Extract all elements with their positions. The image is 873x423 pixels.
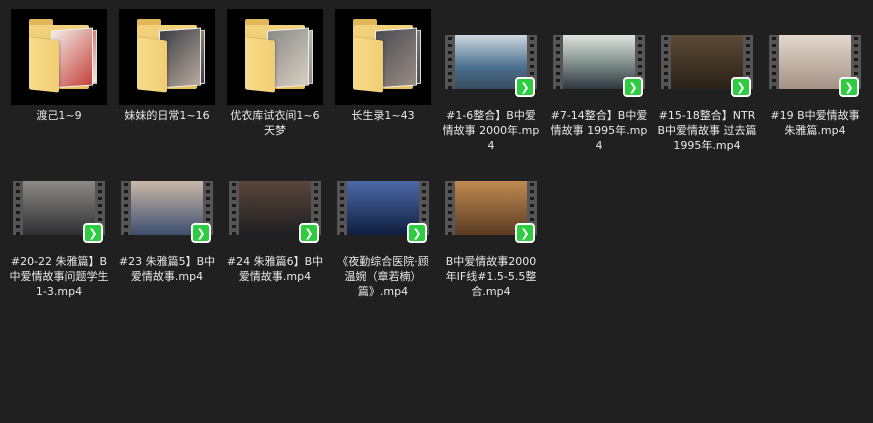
- video-item[interactable]: ❯ #1-6整合】B中爱情故事 2000年.mp4: [439, 9, 543, 153]
- stream-icon: ❯: [623, 77, 643, 97]
- video-thumbnail: ❯: [335, 155, 431, 251]
- film-strip: ❯: [661, 35, 753, 97]
- file-name: 妹妹的日常1~16: [124, 109, 210, 122]
- film-strip: ❯: [13, 181, 105, 243]
- folder-icon: [353, 37, 383, 93]
- film-strip: ❯: [445, 181, 537, 243]
- folder-item[interactable]: 优衣库试衣间1~6天梦: [223, 9, 327, 138]
- folder-icon: [137, 37, 167, 93]
- stream-icon: ❯: [515, 223, 535, 243]
- stream-icon: ❯: [515, 77, 535, 97]
- film-strip: ❯: [337, 181, 429, 243]
- folder-icon: [245, 37, 275, 93]
- video-thumbnail: ❯: [11, 155, 107, 251]
- file-name: 《夜勤综合医院·顾温婉（章若楠）篇》.mp4: [337, 255, 429, 298]
- video-thumbnail: ❯: [443, 155, 539, 251]
- folder-icon: [29, 37, 59, 93]
- folder-thumbnail: [119, 9, 215, 105]
- folder-item[interactable]: 长生录1~43: [331, 9, 435, 123]
- file-name: #7-14整合】B中爱情故事 1995年.mp4: [550, 109, 648, 152]
- file-name: #24 朱雅篇6】B中爱情故事.mp4: [226, 255, 324, 283]
- video-item[interactable]: ❯ B中爱情故事2000年IF线#1.5-5.5整合.mp4: [439, 155, 543, 299]
- stream-icon: ❯: [191, 223, 211, 243]
- file-name: 优衣库试衣间1~6天梦: [230, 109, 320, 137]
- folder-item[interactable]: 妹妹的日常1~16: [115, 9, 219, 123]
- folder-thumbnail: [11, 9, 107, 105]
- film-strip: ❯: [121, 181, 213, 243]
- video-thumbnail: ❯: [443, 9, 539, 105]
- file-name: #23 朱雅篇5】B中爱情故事.mp4: [118, 255, 216, 283]
- video-item[interactable]: ❯ #19 B中爱情故事朱雅篇.mp4: [763, 9, 867, 138]
- stream-icon: ❯: [407, 223, 427, 243]
- folder-thumbnail: [335, 9, 431, 105]
- file-name: #15-18整合】NTR B中爱情故事 过去篇1995年.mp4: [657, 109, 757, 152]
- video-item[interactable]: ❯ #15-18整合】NTR B中爱情故事 过去篇1995年.mp4: [655, 9, 759, 153]
- film-strip: ❯: [553, 35, 645, 97]
- folder-thumbnail: [227, 9, 323, 105]
- film-strip: ❯: [445, 35, 537, 97]
- file-name: #20-22 朱雅篇】B中爱情故事问题学生1-3.mp4: [9, 255, 109, 298]
- stream-icon: ❯: [299, 223, 319, 243]
- video-thumbnail: ❯: [227, 155, 323, 251]
- video-thumbnail: ❯: [119, 155, 215, 251]
- video-item[interactable]: ❯ #7-14整合】B中爱情故事 1995年.mp4: [547, 9, 651, 153]
- video-thumbnail: ❯: [767, 9, 863, 105]
- video-item[interactable]: ❯ 《夜勤综合医院·顾温婉（章若楠）篇》.mp4: [331, 155, 435, 299]
- video-item[interactable]: ❯ #20-22 朱雅篇】B中爱情故事问题学生1-3.mp4: [7, 155, 111, 299]
- file-name: #1-6整合】B中爱情故事 2000年.mp4: [442, 109, 540, 152]
- file-name: B中爱情故事2000年IF线#1.5-5.5整合.mp4: [445, 255, 537, 298]
- file-name: 长生录1~43: [351, 109, 415, 122]
- file-name: 渡己1~9: [36, 109, 82, 122]
- file-grid: 渡己1~9 妹妹的日常1~16 优衣库试衣间1~6天梦 长生录1~43 ❯ #1…: [0, 0, 873, 423]
- folder-item[interactable]: 渡己1~9: [7, 9, 111, 123]
- file-name: #19 B中爱情故事朱雅篇.mp4: [770, 109, 860, 137]
- video-item[interactable]: ❯ #23 朱雅篇5】B中爱情故事.mp4: [115, 155, 219, 284]
- film-strip: ❯: [229, 181, 321, 243]
- video-item[interactable]: ❯ #24 朱雅篇6】B中爱情故事.mp4: [223, 155, 327, 284]
- stream-icon: ❯: [83, 223, 103, 243]
- film-strip: ❯: [769, 35, 861, 97]
- stream-icon: ❯: [731, 77, 751, 97]
- video-thumbnail: ❯: [659, 9, 755, 105]
- stream-icon: ❯: [839, 77, 859, 97]
- video-thumbnail: ❯: [551, 9, 647, 105]
